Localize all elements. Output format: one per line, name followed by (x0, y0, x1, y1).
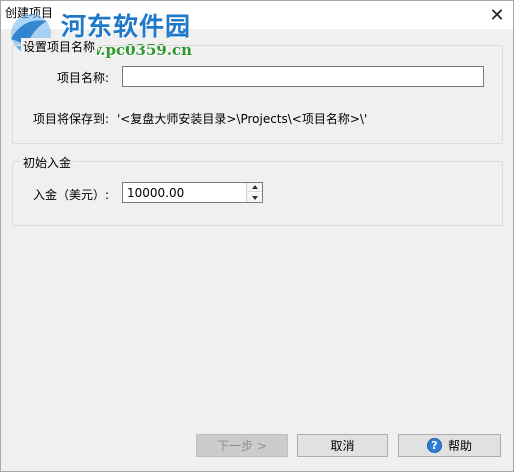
deposit-stepper[interactable]: 10000.00 (122, 182, 263, 203)
help-button-label: 帮助 (447, 439, 472, 453)
save-path-label: 项目将保存到: (33, 112, 110, 126)
deposit-label: 入金（美元）: (33, 188, 110, 202)
stepper-down-button[interactable] (247, 193, 262, 202)
window-title: 创建项目 (5, 6, 54, 20)
project-name-input[interactable] (122, 66, 484, 87)
deposit-stepper-buttons (246, 183, 262, 202)
next-button[interactable]: 下一步 > (196, 434, 288, 457)
initial-deposit-group: 初始入金 入金（美元）: 10000.00 (12, 154, 503, 226)
save-path-value: '<复盘大师安装目录>\Projects\<项目名称>\' (117, 112, 368, 126)
initial-deposit-group-legend: 初始入金 (21, 154, 74, 171)
close-icon[interactable]: ✕ (485, 4, 509, 26)
deposit-value[interactable]: 10000.00 (127, 186, 184, 200)
create-project-dialog: 创建项目 ✕ 河东软件园 www.pc0359.cn 设置项目名称 项目名称: … (0, 0, 514, 472)
project-name-group: 设置项目名称 项目名称: 项目将保存到: '<复盘大师安装目录>\Project… (12, 38, 503, 144)
project-name-label: 项目名称: (57, 71, 110, 85)
help-button[interactable]: ? 帮助 (398, 434, 501, 457)
title-bar: 创建项目 ✕ (1, 1, 513, 29)
triangle-down-icon (251, 195, 258, 200)
stepper-up-button[interactable] (247, 183, 262, 192)
triangle-up-icon (251, 185, 258, 189)
help-icon: ? (426, 438, 442, 453)
project-name-group-legend: 设置项目名称 (21, 38, 98, 55)
cancel-button[interactable]: 取消 (297, 434, 388, 457)
